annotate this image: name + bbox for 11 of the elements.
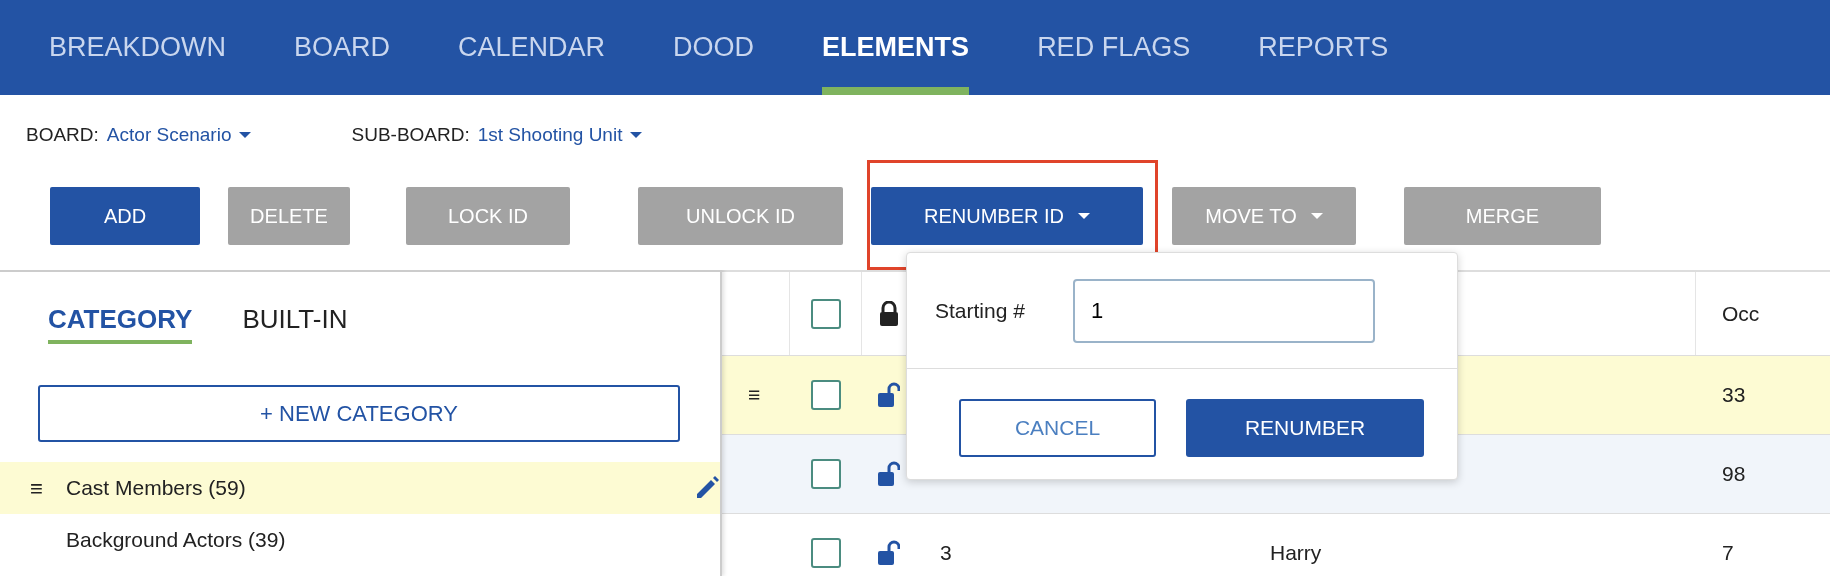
category-label: Background Actors (39)	[66, 527, 287, 554]
category-label: Cast Members (59)	[66, 475, 247, 502]
id-cell: 3	[940, 541, 952, 565]
name-cell-text: Harry	[1270, 540, 1322, 567]
selector-label: SUB-BOARD:	[351, 122, 470, 147]
column-header: Occ	[1722, 300, 1760, 327]
selector-label: BOARD:	[26, 122, 99, 147]
field-label: Starting #	[935, 297, 1025, 324]
occ-cell-text: 7	[1722, 540, 1734, 567]
occ-cell-text: 33	[1722, 382, 1746, 409]
occ-cell-text: 98	[1722, 461, 1746, 488]
